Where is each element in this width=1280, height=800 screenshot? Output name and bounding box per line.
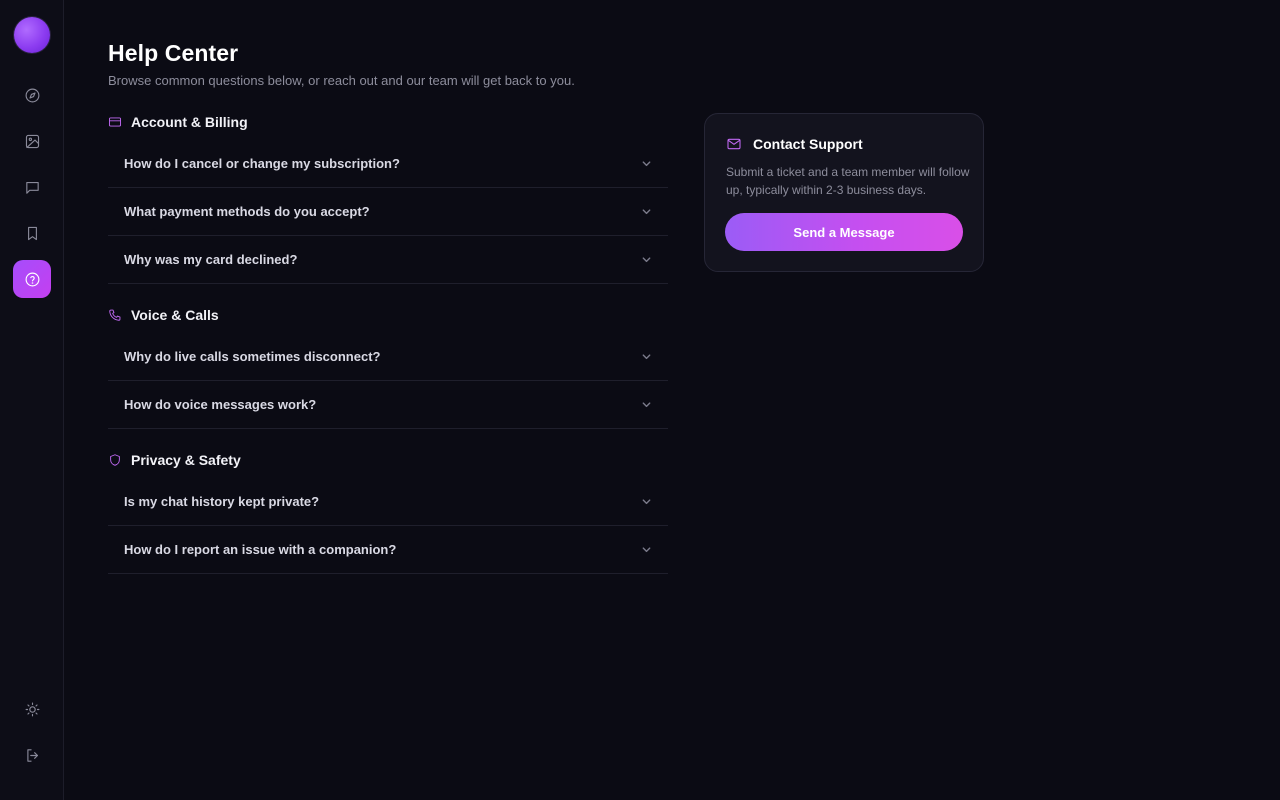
chat-icon <box>25 181 39 194</box>
section-privacy-safety: Privacy & Safety <box>108 450 241 470</box>
contact-support-card: Contact Support Submit a ticket and a te… <box>704 113 984 272</box>
logout-icon <box>26 748 38 762</box>
sidebar <box>0 0 64 800</box>
bookmark-icon <box>27 226 37 240</box>
chevron-down-icon <box>641 496 652 507</box>
chevron-down-icon <box>641 544 652 555</box>
faq-question: Is my chat history kept private? <box>124 494 320 509</box>
faq-question: What payment methods do you accept? <box>124 204 370 219</box>
faq-item[interactable]: How do I report an issue with a companio… <box>108 526 668 574</box>
faq-question: How do I report an issue with a companio… <box>124 542 397 557</box>
phone-icon <box>109 309 121 321</box>
theme-toggle-button[interactable] <box>13 690 51 728</box>
sun-icon <box>25 702 39 716</box>
faq-item[interactable]: How do I cancel or change my subscriptio… <box>108 140 668 188</box>
section-account-billing: Account & Billing <box>108 112 248 132</box>
faq-item[interactable]: What payment methods do you accept? <box>108 188 668 236</box>
section-title: Privacy & Safety <box>131 452 241 468</box>
chevron-down-icon <box>641 254 652 265</box>
nav-help-button[interactable] <box>13 260 51 298</box>
faq-question: Why do live calls sometimes disconnect? <box>124 349 381 364</box>
mail-icon <box>727 138 741 150</box>
logout-button[interactable] <box>13 736 51 774</box>
nav-explore-button[interactable] <box>13 76 51 114</box>
avatar[interactable] <box>14 17 50 53</box>
section-title: Account & Billing <box>131 114 248 130</box>
section-title: Voice & Calls <box>131 307 219 323</box>
compass-icon <box>25 88 39 102</box>
page-subtitle: Browse common questions below, or reach … <box>108 73 575 88</box>
contact-support-header: Contact Support <box>726 136 863 152</box>
faq-item[interactable]: Why do live calls sometimes disconnect? <box>108 333 668 381</box>
send-message-button[interactable]: Send a Message <box>725 213 963 251</box>
chevron-down-icon <box>641 158 652 169</box>
section-voice-calls: Voice & Calls <box>108 305 219 325</box>
shield-icon <box>110 454 120 466</box>
nav-gallery-button[interactable] <box>13 122 51 160</box>
faq-question: Why was my card declined? <box>124 252 298 267</box>
nav-saved-button[interactable] <box>13 214 51 252</box>
page-title: Help Center <box>108 40 239 66</box>
nav-chats-button[interactable] <box>13 168 51 206</box>
credit-card-icon <box>108 117 122 127</box>
faq-item[interactable]: Is my chat history kept private? <box>108 478 668 526</box>
chevron-down-icon <box>641 399 652 410</box>
help-circle-icon <box>25 272 39 286</box>
chevron-down-icon <box>641 206 652 217</box>
contact-support-title: Contact Support <box>753 136 863 152</box>
faq-question: How do I cancel or change my subscriptio… <box>124 156 400 171</box>
faq-question: How do voice messages work? <box>124 397 317 412</box>
faq-item[interactable]: Why was my card declined? <box>108 236 668 284</box>
chevron-down-icon <box>641 351 652 362</box>
faq-item[interactable]: How do voice messages work? <box>108 381 668 429</box>
contact-support-description: Submit a ticket and a team member will f… <box>726 165 970 197</box>
image-icon <box>25 134 39 148</box>
